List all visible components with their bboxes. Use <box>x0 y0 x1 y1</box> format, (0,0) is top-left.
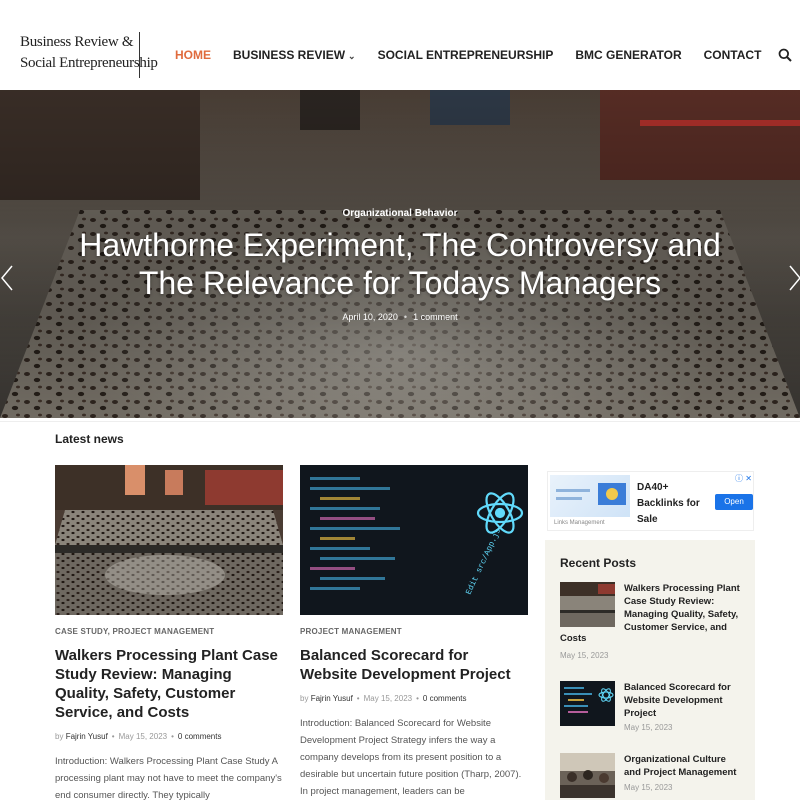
ad-line-2: Backlinks for <box>637 498 700 509</box>
hero-meta: April 10, 2020 • 1 comment <box>0 312 800 322</box>
search-icon[interactable] <box>778 48 792 62</box>
meta-separator: • <box>356 694 360 703</box>
ad-open-button[interactable]: Open <box>715 494 753 510</box>
post-card: Edit src/App.js PROJECT MANAGEMENT Balan… <box>300 465 528 800</box>
recent-post-item[interactable]: Balanced Scorecard for Website Developme… <box>560 681 750 736</box>
chevron-left-icon[interactable] <box>0 264 14 292</box>
widget-title: Recent Posts <box>560 556 637 570</box>
recent-post-thumbnail[interactable] <box>560 681 615 726</box>
hero-slider[interactable]: Organizational Behavior Hawthorne Experi… <box>0 90 800 418</box>
recent-post-title-tail[interactable]: Costs <box>560 633 586 644</box>
ad-banner[interactable]: DA40+ Backlinks for Sale ⓘ ✕ Open Links … <box>547 471 754 531</box>
site-logo[interactable]: Business Review & Social Entrepreneurshi… <box>20 32 158 74</box>
post-meta: by Fajrin Yusuf • May 15, 2023 • 0 comments <box>300 694 528 703</box>
chevron-right-icon[interactable] <box>788 264 800 292</box>
main-nav: HOME BUSINESS REVIEW ⌄ SOCIAL ENTREPRENEU… <box>175 48 783 62</box>
recent-post-item[interactable]: Organizational Culture and Project Manag… <box>560 753 750 798</box>
ad-image <box>550 475 630 517</box>
post-category[interactable]: PROJECT MANAGEMENT <box>300 627 528 636</box>
meta-separator: • <box>416 694 419 703</box>
recent-post-title[interactable]: Organizational Culture and Project Manag… <box>624 753 744 779</box>
recent-post-item[interactable]: Walkers Processing Plant Case Study Revi… <box>560 582 750 662</box>
post-author[interactable]: Fajrin Yusuf <box>311 694 353 703</box>
hero-date: April 10, 2020 <box>342 312 398 322</box>
post-image: Edit src/App.js <box>300 465 528 615</box>
post-comments[interactable]: 0 comments <box>178 732 222 741</box>
site-header: Business Review & Social Entrepreneurshi… <box>0 0 800 90</box>
recent-post-thumbnail[interactable] <box>560 753 615 798</box>
nav-contact[interactable]: CONTACT <box>704 48 762 62</box>
post-category[interactable]: CASE STUDY, PROJECT MANAGEMENT <box>55 627 283 636</box>
post-thumbnail[interactable]: Edit src/App.js <box>300 465 528 615</box>
post-date: May 15, 2023 <box>363 694 413 703</box>
section-divider <box>0 421 800 422</box>
recent-post-date: May 15, 2023 <box>560 651 609 660</box>
ad-close-icon[interactable]: ⓘ ✕ <box>735 473 752 484</box>
chevron-down-icon: ⌄ <box>348 51 356 61</box>
post-meta: by Fajrin Yusuf • May 15, 2023 • 0 comments <box>55 732 283 741</box>
logo-line-2: Social Entrepreneurship <box>20 55 158 71</box>
post-date: May 15, 2023 <box>118 732 168 741</box>
post-title[interactable]: Walkers Processing Plant Case Study Revi… <box>55 646 283 722</box>
post-thumbnail[interactable] <box>55 465 283 615</box>
nav-business-review-label: BUSINESS REVIEW <box>233 48 346 62</box>
recent-post-title[interactable]: Walkers Processing Plant Case Study Revi… <box>624 582 744 634</box>
post-comments[interactable]: 0 comments <box>423 694 467 703</box>
hero-comments[interactable]: 1 comment <box>413 312 458 322</box>
author-prefix: by <box>55 732 64 741</box>
post-image <box>55 465 283 615</box>
ad-brand: Links Management <box>554 520 605 526</box>
recent-post-date: May 15, 2023 <box>624 723 673 732</box>
ad-line-3: Sale <box>637 514 658 525</box>
recent-posts-widget: Recent Posts Walkers Processing Plant Ca… <box>545 540 755 800</box>
post-card: CASE STUDY, PROJECT MANAGEMENT Walkers P… <box>55 465 283 804</box>
recent-post-title[interactable]: Balanced Scorecard for Website Developme… <box>624 681 744 720</box>
meta-separator: • <box>171 732 174 741</box>
meta-separator: • <box>111 732 115 741</box>
ad-headline: DA40+ Backlinks for Sale <box>637 480 700 528</box>
author-prefix: by <box>300 694 309 703</box>
nav-business-review[interactable]: BUSINESS REVIEW ⌄ <box>233 48 356 62</box>
ad-line-1: DA40+ <box>637 482 669 493</box>
nav-home[interactable]: HOME <box>175 48 211 62</box>
post-excerpt: Introduction: Balanced Scorecard for Web… <box>300 718 522 797</box>
recent-post-date: May 15, 2023 <box>624 783 673 792</box>
meta-separator: • <box>403 312 408 322</box>
recent-post-thumbnail[interactable] <box>560 582 615 627</box>
logo-divider <box>139 32 140 78</box>
post-title[interactable]: Balanced Scorecard for Website Developme… <box>300 646 528 684</box>
hero-title[interactable]: Hawthorne Experiment, The Controversy an… <box>60 226 740 302</box>
section-title: Latest news <box>55 432 124 446</box>
hero-category[interactable]: Organizational Behavior <box>0 208 800 219</box>
logo-line-1: Business Review & <box>20 34 134 50</box>
nav-bmc-generator[interactable]: BMC GENERATOR <box>575 48 681 62</box>
post-author[interactable]: Fajrin Yusuf <box>66 732 108 741</box>
post-excerpt: Introduction: Walkers Processing Plant C… <box>55 756 282 801</box>
nav-social-entrepreneurship[interactable]: SOCIAL ENTREPRENEURSHIP <box>378 48 554 62</box>
